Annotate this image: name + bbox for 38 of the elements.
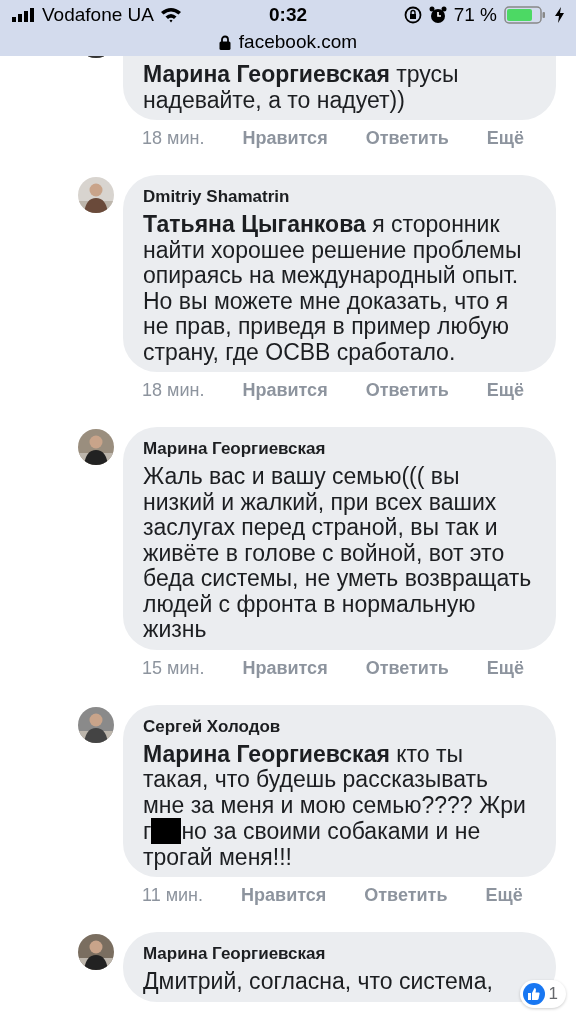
wifi-icon: [160, 7, 182, 23]
comment-action-link[interactable]: Нравится: [242, 128, 328, 149]
comment-text: Жаль вас и вашу семью((( вы низкий и жалкий, при всех ваших заслугах перед страной, вы так и живёте в голове с войной, вот это беда системы, не уметь возвращать людей с фронта в нормальную жизнь: [143, 464, 532, 643]
comment-action-link[interactable]: Ответить: [365, 657, 449, 679]
lock-icon: [218, 34, 231, 50]
comment-text: Татьяна Цыганкова я сторонник найти хорошее решение проблемы опираясь на международный опыт. Но вы можете мне доказать, что я не прав, приведя в пример любую страну, где ОСВВ сработало.: [143, 212, 523, 365]
comment-action-link[interactable]: Нравится: [242, 380, 328, 401]
carrier-name: Vodafone UA: [42, 4, 154, 26]
comment-action-link[interactable]: Ответить: [365, 380, 449, 401]
reaction-badge[interactable]: 1: [519, 980, 566, 1008]
comment-action-link[interactable]: Ещё: [485, 885, 523, 906]
comment-action-link[interactable]: Нравится: [242, 657, 328, 679]
signal-icon: [12, 8, 36, 22]
comment-time: 18 мин.: [142, 128, 205, 149]
page-url[interactable]: facebook.com: [238, 31, 358, 53]
battery-icon: [504, 6, 548, 24]
comment-author[interactable]: Марина Георгиевская: [143, 434, 532, 464]
comment-time: 15 мин.: [142, 657, 205, 679]
comment-author[interactable]: Марина Георгиевская: [143, 939, 532, 969]
comment-action-link[interactable]: Нравится: [241, 885, 327, 906]
comment-text: Марина Георгиевская трусы надевайте, а то надует)): [143, 62, 460, 113]
alarm-icon: [428, 6, 447, 24]
comment-author[interactable]: Dmitriy Shamatrin: [143, 182, 532, 212]
comment-time: 11 мин.: [142, 885, 204, 906]
comment-action-link[interactable]: Ещё: [486, 657, 525, 679]
comment-author[interactable]: Сергей Холодов: [143, 711, 532, 742]
battery-percent: 71 %: [453, 4, 497, 26]
comment-action-link[interactable]: Ответить: [365, 128, 449, 149]
comment-action-link[interactable]: Ответить: [364, 885, 448, 906]
comment-text: Дмитрий, согласна, что система,: [143, 969, 494, 995]
charging-icon: [555, 7, 564, 23]
comment-time: 18 мин.: [142, 380, 205, 401]
comment-action-link[interactable]: Ещё: [486, 128, 525, 149]
rotation-lock-icon: [403, 6, 422, 24]
comment-action-link[interactable]: Ещё: [486, 380, 525, 401]
clock-time: 0:32: [269, 4, 307, 26]
comment-text: Марина Георгиевская кто ты такая, что будешь рассказывать мне за меня и мою семью???? Жри г но за своими собаками и не трогай меня!!!: [143, 741, 527, 870]
thumbs-up-icon: [522, 983, 545, 1005]
